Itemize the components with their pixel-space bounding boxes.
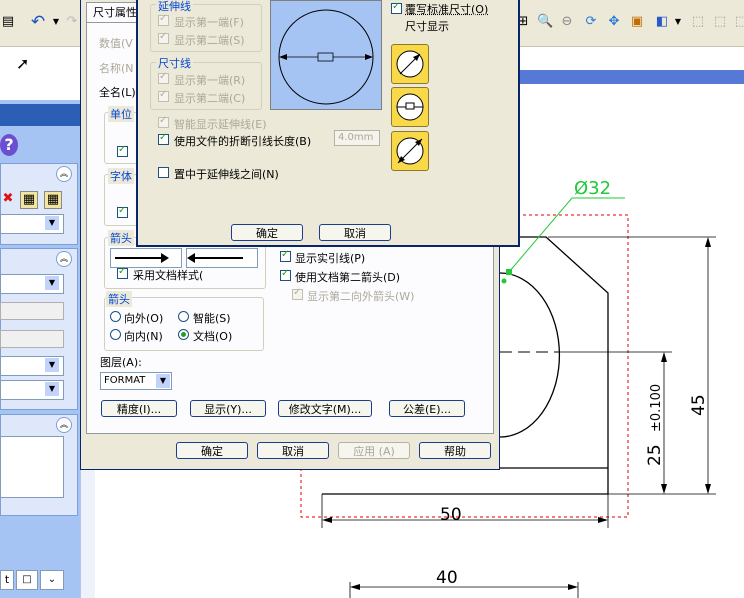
layer-select[interactable]: FORMAT ▼ xyxy=(100,372,172,390)
dim-40-label: 40 xyxy=(436,568,458,588)
arrow-group-title: 箭头 xyxy=(106,291,132,307)
dim-display-option-3[interactable] xyxy=(391,131,429,171)
show-second-end-dim-label: 显示第二端(C) xyxy=(174,92,246,105)
break-len-value: 4.0mm xyxy=(338,132,374,143)
inner-cancel-button[interactable]: 取消 xyxy=(319,224,391,241)
arrow-smart-radio[interactable] xyxy=(178,311,189,322)
fullname-label: 全名(L) xyxy=(99,86,136,99)
modify-text-button[interactable]: 修改文字(M)... xyxy=(278,400,372,417)
semicircle-arc xyxy=(499,272,561,438)
inner-ok-button[interactable]: 确定 xyxy=(231,224,303,241)
show-first-end-dim-checkbox[interactable] xyxy=(158,71,169,84)
dimension-preview xyxy=(270,0,382,110)
tolerance-button[interactable]: 公差(E)... xyxy=(389,400,465,417)
font-checkbox[interactable] xyxy=(117,205,128,218)
font-group-title: 字体 xyxy=(108,168,134,184)
arrow-style-select-2[interactable] xyxy=(186,248,258,268)
chevron-down-icon[interactable]: ▼ xyxy=(156,374,170,388)
arrow-out-radio[interactable] xyxy=(110,311,121,322)
diameter-leader xyxy=(508,197,625,273)
dim-50-label: 50 xyxy=(440,505,462,525)
unit-checkbox[interactable] xyxy=(117,144,128,157)
use-doc-style-label: 采用文档样式( xyxy=(133,269,204,282)
use-second-arrow-checkbox[interactable] xyxy=(280,268,291,281)
dim-line-group-title: 尺寸线 xyxy=(156,55,193,71)
show-second-end-dim-checkbox[interactable] xyxy=(158,89,169,102)
use-break-len-label: 使用文件的折断引线长度(B) xyxy=(174,135,312,148)
dim-tol-label: ±0.100 xyxy=(649,384,664,432)
show-first-end-ext-label: 显示第一端(F) xyxy=(174,16,244,29)
show-second-end-ext-label: 显示第二端(S) xyxy=(174,34,245,47)
arrow-doc-label: 文档(O) xyxy=(193,330,233,343)
show-second-end-ext-checkbox[interactable] xyxy=(158,31,169,44)
show-second-outer-arrow-label: 显示第二向外箭头(W) xyxy=(307,290,415,303)
name-label: 名称(N xyxy=(99,62,134,75)
arrow-in-label: 向内(N) xyxy=(124,330,163,343)
arrow-style-group-title: 箭头 xyxy=(108,230,134,246)
unit-group-title: 单位 xyxy=(108,106,134,122)
help-button[interactable]: 帮助 xyxy=(419,442,491,459)
use-doc-style-checkbox[interactable] xyxy=(117,266,128,279)
arrow-style-select-1[interactable] xyxy=(110,248,182,268)
dim-25-label: 25 xyxy=(645,444,665,466)
arrow-doc-radio[interactable] xyxy=(178,329,189,340)
use-break-len-checkbox[interactable] xyxy=(158,132,169,145)
arrow-out-label: 向外(O) xyxy=(124,312,164,325)
arrow-smart-label: 智能(S) xyxy=(193,312,231,325)
value-label: 数值(V xyxy=(99,37,133,50)
dim-display-option-1[interactable] xyxy=(391,44,429,84)
tab-label: 尺寸属性 xyxy=(93,6,137,19)
override-std-label: 覆写标准尺寸(O) xyxy=(405,3,489,16)
show-first-end-dim-label: 显示第一端(R) xyxy=(174,74,246,87)
ok-button[interactable]: 确定 xyxy=(176,442,248,459)
use-second-arrow-label: 使用文档第二箭头(D) xyxy=(295,271,401,284)
arrow-in-radio[interactable] xyxy=(110,329,121,340)
dim-45-label: 45 xyxy=(689,394,709,416)
center-between-label: 置中于延伸线之间(N) xyxy=(174,168,279,181)
override-std-checkbox[interactable] xyxy=(391,1,402,14)
layer-label: 图层(A): xyxy=(100,356,142,369)
show-first-end-ext-checkbox[interactable] xyxy=(158,13,169,26)
smart-ext-label: 智能显示延伸线(E) xyxy=(174,118,267,131)
precision-button[interactable]: 精度(I)... xyxy=(101,400,177,417)
layer-value: FORMAT xyxy=(104,375,146,386)
show-leader-checkbox[interactable] xyxy=(280,249,291,262)
dim-display-option-2[interactable] xyxy=(391,87,429,127)
center-between-checkbox[interactable] xyxy=(158,167,169,178)
ext-line-group-title: 延伸线 xyxy=(156,0,193,14)
dia-label: Ø32 xyxy=(574,178,611,199)
break-len-input[interactable]: 4.0mm xyxy=(334,130,380,146)
display-button[interactable]: 显示(Y)... xyxy=(190,400,266,417)
cancel-button[interactable]: 取消 xyxy=(257,442,329,459)
show-second-outer-arrow-checkbox[interactable] xyxy=(292,287,303,300)
dim-display-label: 尺寸显示 xyxy=(405,20,449,33)
apply-button[interactable]: 应用 (A) xyxy=(338,442,410,459)
show-leader-label: 显示实引线(P) xyxy=(295,252,366,265)
smart-ext-checkbox[interactable] xyxy=(158,115,169,128)
